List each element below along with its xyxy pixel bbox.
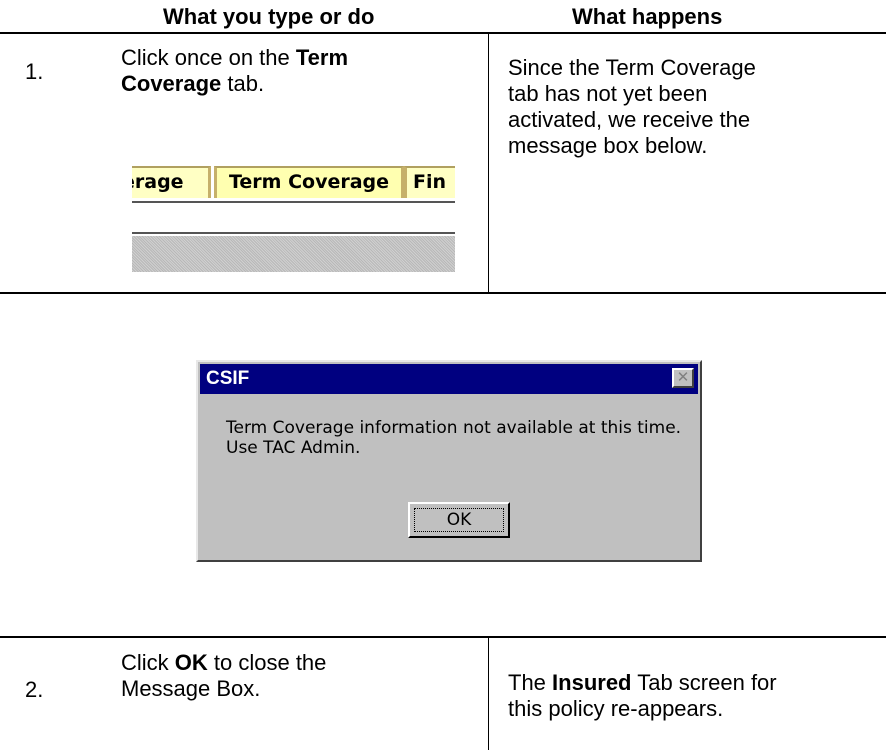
step-result-text: The Insured Tab screen for this policy r… [508,670,777,721]
step-action-text: Click once on the Term Coverage tab. [121,45,349,96]
ok-button[interactable]: OK [408,502,510,538]
column-divider [488,638,489,750]
tab-term-coverage[interactable]: Term Coverage [214,166,404,198]
message-dialog: CSIF ✕ Term Coverage information not ava… [196,360,702,562]
column-header-result: What happens [572,4,723,29]
step-number: 2. [25,677,44,702]
ok-button-label: OK [414,508,504,532]
strip-divider [132,201,455,203]
column-header-action: What you type or do [163,4,375,29]
tab-fin-partial[interactable]: Fin [404,166,455,198]
header-divider [0,32,886,34]
step-result-text: Since the Term Coverage tab has not yet … [508,55,756,158]
dialog-titlebar: CSIF ✕ [200,364,698,394]
row-divider [0,636,886,638]
strip-divider [132,232,455,234]
dialog-title: CSIF [206,368,250,389]
step-action-text: Click OK to close the Message Box. [121,650,327,701]
step-number: 1. [25,59,44,84]
dialog-message-line: Term Coverage information not available … [226,418,682,438]
tab-coverage-partial[interactable]: erage [132,166,211,198]
row-divider [0,292,886,294]
strip-shaded-area [132,236,455,272]
column-divider [488,32,489,294]
tab-strip-screenshot: erage Term Coverage Fin [132,153,455,273]
dialog-message-line: Use TAC Admin. [226,438,361,458]
close-icon[interactable]: ✕ [672,368,694,388]
